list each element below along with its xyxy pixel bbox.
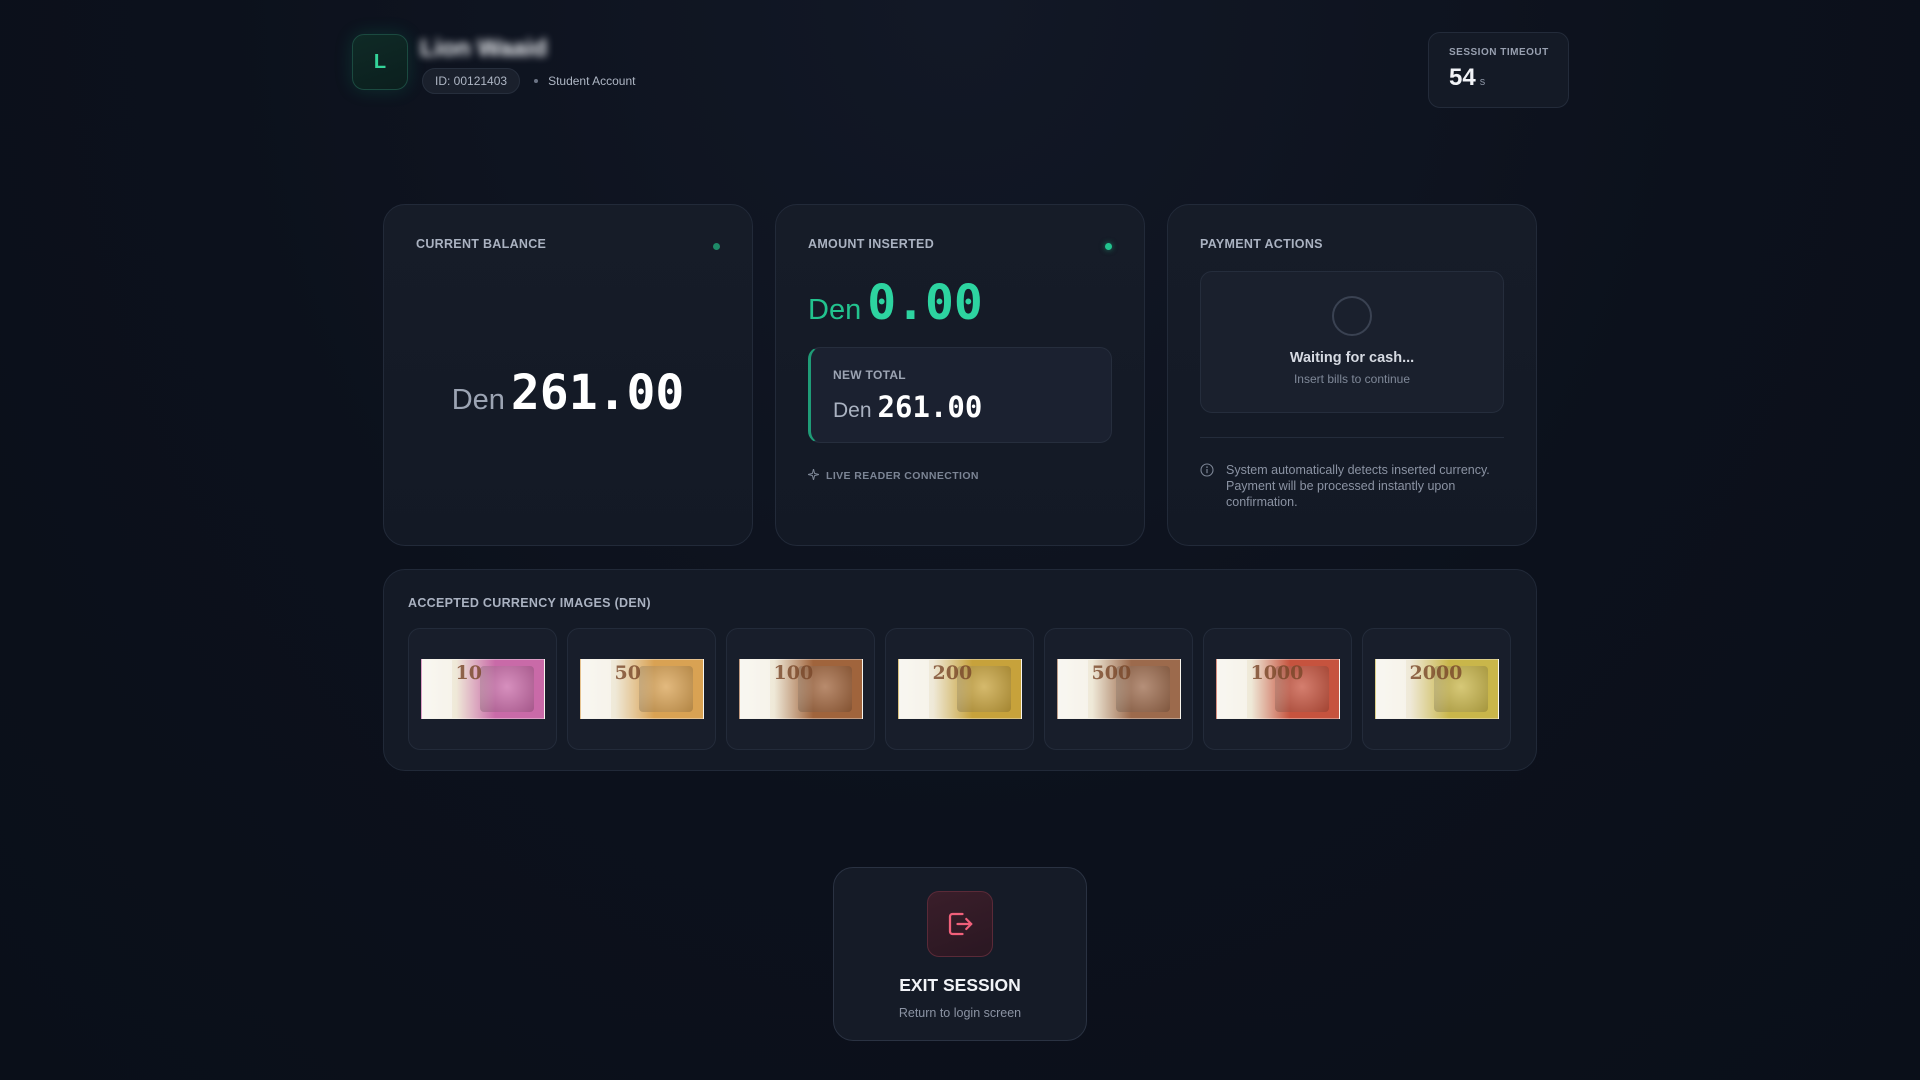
payment-actions-title: PAYMENT ACTIONS: [1200, 237, 1323, 251]
currency-bill-200: 200: [885, 628, 1034, 750]
session-timeout-unit: s: [1479, 76, 1486, 88]
amount-inserted-title: AMOUNT INSERTED: [808, 237, 935, 251]
banknote-denomination: 10: [455, 662, 482, 684]
accepted-currency-title: ACCEPTED CURRENCY IMAGES (DEN): [408, 596, 651, 610]
currency-bill-2000: 2000: [1362, 628, 1511, 750]
banknote-denomination: 2000: [1409, 662, 1463, 684]
info-icon: [1200, 462, 1214, 482]
waiting-title: Waiting for cash...: [1289, 350, 1415, 366]
info-text: System automatically detects inserted cu…: [1226, 463, 1490, 509]
currency-bill-500: 500: [1044, 628, 1193, 750]
banknote-portrait: [479, 666, 534, 712]
user-info: Lion Waaid ID: 00121403 Student Account: [420, 34, 635, 94]
sparkle-icon: [807, 468, 826, 483]
banknote-band: [1057, 660, 1088, 718]
avatar: L: [352, 34, 408, 90]
user-header: L Lion Waaid ID: 00121403 Student Accoun…: [352, 34, 635, 94]
banknote-band: [898, 660, 929, 718]
banknote-image: 200: [897, 659, 1022, 719]
banknote-image: 50: [579, 659, 704, 719]
banknote-band: [739, 660, 770, 718]
new-total-currency: Den: [833, 399, 872, 422]
banknote-image: 2000: [1374, 659, 1499, 719]
banknote-denomination: 500: [1091, 662, 1132, 684]
info-note: System automatically detects inserted cu…: [1200, 462, 1504, 510]
exit-session-button[interactable]: EXIT SESSION Return to login screen: [833, 867, 1087, 1041]
banknote-image: 10: [420, 659, 545, 719]
banknote-band: [421, 660, 452, 718]
loading-spinner-icon: [1332, 296, 1372, 336]
payment-actions-card: PAYMENT ACTIONS Waiting for cash... Inse…: [1167, 204, 1537, 546]
account-type: Student Account: [548, 74, 636, 88]
divider: [1200, 437, 1504, 438]
balance-display: Den 261.00: [384, 365, 752, 421]
banknote-image: 500: [1056, 659, 1181, 719]
banknote-denomination: 200: [932, 662, 973, 684]
banknote-image: 1000: [1215, 659, 1340, 719]
session-timeout: SESSION TIMEOUT 54 s: [1428, 32, 1569, 108]
exit-session-title: EXIT SESSION: [899, 975, 1021, 995]
waiting-for-cash-panel: Waiting for cash... Insert bills to cont…: [1200, 271, 1504, 413]
live-reader-label: LIVE READER CONNECTION: [826, 470, 979, 482]
inserted-display: Den 0.00: [808, 275, 1112, 331]
currency-bill-100: 100: [726, 628, 875, 750]
current-balance-card: CURRENT BALANCE Den 261.00: [383, 204, 753, 546]
new-total-label: NEW TOTAL: [833, 368, 906, 382]
user-id-badge: ID: 00121403: [422, 68, 521, 94]
session-timeout-label: SESSION TIMEOUT: [1449, 47, 1549, 58]
currency-bill-1000: 1000: [1203, 628, 1352, 750]
accepted-currency-panel: ACCEPTED CURRENCY IMAGES (DEN) 10 50 100 20…: [383, 569, 1537, 771]
inserted-amount: 0.00: [867, 275, 983, 331]
currency-bill-10: 10: [408, 628, 557, 750]
banknote-denomination: 50: [614, 662, 641, 684]
currency-list: 10 50 100 200 500 1000 2000: [408, 628, 1513, 750]
new-total-box: NEW TOTAL Den 261.00: [808, 347, 1112, 443]
status-dot: [713, 243, 720, 250]
amount-inserted-card: AMOUNT INSERTED Den 0.00 NEW TOTAL Den 261…: [775, 204, 1145, 546]
user-meta: ID: 00121403 Student Account: [422, 68, 635, 94]
banknote-denomination: 1000: [1250, 662, 1304, 684]
live-reader-status: LIVE READER CONNECTION: [807, 468, 1112, 483]
balance-currency: Den: [451, 384, 505, 416]
banknote-portrait: [638, 666, 693, 712]
session-timeout-value: 54: [1449, 64, 1476, 91]
currency-bill-50: 50: [567, 628, 716, 750]
exit-session-subtitle: Return to login screen: [898, 1006, 1022, 1020]
new-total-amount: 261.00: [877, 390, 983, 424]
waiting-subtitle: Insert bills to continue: [1293, 372, 1411, 386]
logout-icon: [927, 891, 993, 957]
separator-dot: [534, 79, 539, 83]
banknote-band: [1216, 660, 1247, 718]
current-balance-title: CURRENT BALANCE: [416, 237, 547, 251]
banknote-band: [580, 660, 611, 718]
banknote-denomination: 100: [773, 662, 814, 684]
balance-amount: 261.00: [510, 365, 685, 421]
inserted-currency: Den: [808, 294, 862, 326]
banknote-band: [1375, 660, 1406, 718]
status-dot: [1105, 243, 1112, 250]
user-name: Lion Waaid: [420, 35, 548, 62]
banknote-image: 100: [738, 659, 863, 719]
